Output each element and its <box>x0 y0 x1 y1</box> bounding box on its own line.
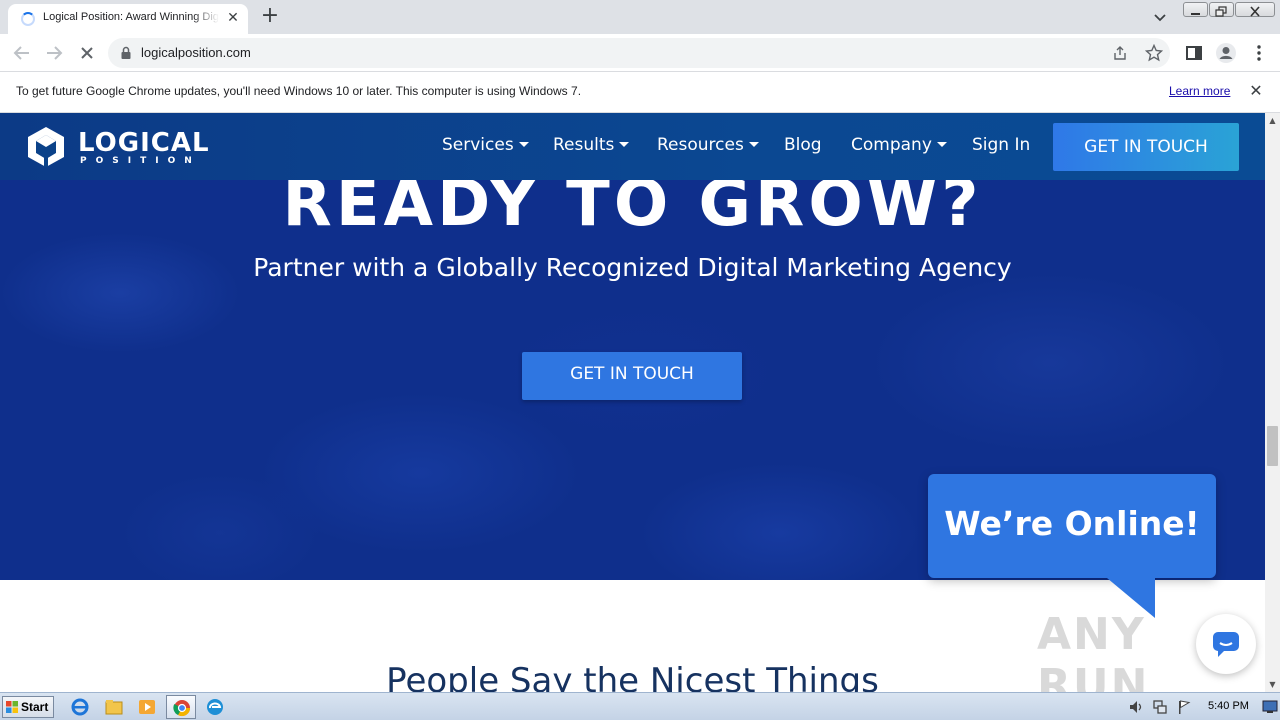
browser-toolbar: logicalposition.com <box>0 34 1280 72</box>
logo-wordmark-primary: LOGICAL <box>78 128 210 158</box>
lock-icon[interactable] <box>120 46 132 60</box>
logo-wordmark-secondary: POSITION <box>80 156 201 166</box>
kebab-menu-icon[interactable] <box>1247 41 1271 65</box>
show-desktop-icon[interactable] <box>1262 699 1278 715</box>
side-panel-icon[interactable] <box>1182 41 1206 65</box>
start-button[interactable]: Start <box>2 696 54 718</box>
chat-launcher-button[interactable] <box>1196 614 1256 674</box>
tab-title: Logical Position: Award Winning Digit <box>43 11 219 23</box>
window-close-button[interactable] <box>1235 2 1275 17</box>
browser-tab[interactable]: Logical Position: Award Winning Digit ✕ <box>8 4 248 34</box>
chat-online-bubble[interactable]: We’re Online! <box>928 474 1216 578</box>
media-player-icon[interactable] <box>136 697 158 717</box>
nav-resources[interactable]: Resources <box>657 135 759 155</box>
forward-arrow-icon[interactable] <box>42 41 66 65</box>
hero-get-in-touch-button[interactable]: GET IN TOUCH <box>522 352 742 400</box>
address-bar[interactable]: logicalposition.com <box>108 38 1170 68</box>
infobar-message: To get future Google Chrome updates, you… <box>16 84 582 98</box>
windows-flag-icon <box>6 701 18 713</box>
stop-loading-icon[interactable] <box>75 41 99 65</box>
nav-services[interactable]: Services <box>442 135 529 155</box>
infobar-close-icon[interactable]: ✕ <box>1247 82 1265 100</box>
share-icon[interactable] <box>1112 45 1128 61</box>
start-label: Start <box>21 700 49 714</box>
back-arrow-icon[interactable] <box>10 41 34 65</box>
windows-taskbar: Start 5:40 PM <box>0 692 1280 720</box>
bookmark-star-icon[interactable] <box>1145 44 1163 62</box>
chrome-icon <box>173 700 191 717</box>
internet-explorer-icon[interactable] <box>69 697 91 717</box>
window-minimize-button[interactable] <box>1183 2 1208 17</box>
nav-services-label: Services <box>442 135 514 155</box>
nav-sign-in[interactable]: Sign In <box>972 135 1030 155</box>
logical-position-logo[interactable]: LOGICAL POSITION <box>24 125 214 169</box>
chrome-taskbar-button[interactable] <box>166 695 196 719</box>
network-icon[interactable] <box>1152 699 1168 715</box>
nav-company-label: Company <box>851 135 932 155</box>
caret-down-icon <box>748 142 759 147</box>
site-navbar: LOGICAL POSITION Services Results Resour… <box>0 113 1265 180</box>
tab-search-chevron-icon[interactable] <box>1150 7 1170 27</box>
nav-get-in-touch-button[interactable]: GET IN TOUCH <box>1053 123 1239 171</box>
scrollbar-thumb[interactable] <box>1267 426 1278 466</box>
tab-close-icon[interactable]: ✕ <box>225 10 241 26</box>
scroll-down-arrow-icon[interactable]: ▼ <box>1265 677 1280 692</box>
tab-loading-spinner-icon <box>21 12 35 26</box>
logo-cube-icon <box>28 127 64 167</box>
new-tab-button[interactable]: + <box>258 5 282 29</box>
hero-subtitle: Partner with a Globally Recognized Digit… <box>253 253 1012 282</box>
file-explorer-icon[interactable] <box>103 697 125 717</box>
learn-more-link[interactable]: Learn more <box>1169 84 1230 98</box>
browser-tab-strip: Logical Position: Award Winning Digit ✕ … <box>0 0 1280 34</box>
taskbar-clock[interactable]: 5:40 PM <box>1208 700 1249 712</box>
update-infobar: To get future Google Chrome updates, you… <box>0 72 1280 113</box>
action-center-flag-icon[interactable] <box>1176 699 1192 715</box>
profile-avatar-icon[interactable] <box>1214 41 1238 65</box>
url-text: logicalposition.com <box>141 45 251 60</box>
scroll-up-arrow-icon[interactable]: ▲ <box>1265 113 1280 128</box>
edge-icon[interactable] <box>204 697 226 717</box>
nav-results[interactable]: Results <box>553 135 630 155</box>
caret-down-icon <box>518 142 529 147</box>
nav-resources-label: Resources <box>657 135 744 155</box>
chat-online-text: We’re Online! <box>944 504 1200 543</box>
system-tray: 5:40 PM <box>1122 695 1280 719</box>
caret-down-icon <box>936 142 947 147</box>
chat-icon <box>1213 632 1239 657</box>
window-restore-button[interactable] <box>1209 2 1234 17</box>
page-viewport: READY TO GROW? Partner with a Globally R… <box>0 113 1265 692</box>
volume-icon[interactable] <box>1128 699 1144 715</box>
nav-company[interactable]: Company <box>851 135 947 155</box>
nav-blog[interactable]: Blog <box>784 135 822 155</box>
caret-down-icon <box>619 142 630 147</box>
nav-results-label: Results <box>553 135 615 155</box>
page-scrollbar[interactable]: ▲ ▼ <box>1265 113 1280 692</box>
chat-bubble-tail <box>1107 578 1155 618</box>
